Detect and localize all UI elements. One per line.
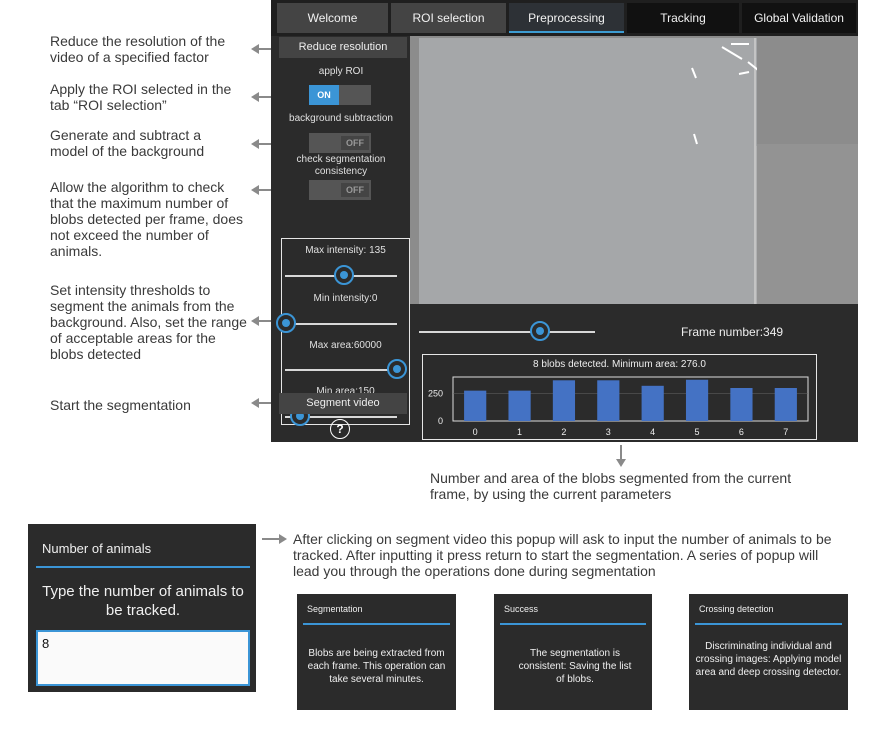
arrow-thresholds <box>251 316 272 326</box>
arrow-reduce <box>251 44 272 54</box>
annotation-background: Generate and subtract a model of the bac… <box>50 127 205 159</box>
min-intensity-label: Min intensity:0 <box>313 293 378 304</box>
annotation-segment: Start the segmentation <box>50 397 191 413</box>
frame-slider-knob[interactable] <box>530 321 550 341</box>
segmentation-popup-underline <box>303 623 450 625</box>
chart-bar-1 <box>508 390 531 421</box>
max-area-track[interactable] <box>285 369 397 371</box>
chart-bar-0 <box>464 390 487 421</box>
max-intensity-knob[interactable] <box>334 265 354 285</box>
chart-ytick-label: 250 <box>428 389 443 399</box>
chart-bar-3 <box>597 380 620 421</box>
toggle-off-label: OFF <box>341 183 369 197</box>
arrow-popup <box>262 538 280 540</box>
chart-bar-5 <box>685 379 709 421</box>
reduce-resolution-button[interactable]: Reduce resolution <box>279 37 407 58</box>
tab-global-validation[interactable]: Global Validation <box>742 3 856 33</box>
app-window: Welcome ROI selection Preprocessing Trac… <box>271 0 858 442</box>
tab-tracking[interactable]: Tracking <box>627 3 739 33</box>
arrow-background <box>251 139 272 149</box>
tab-welcome[interactable]: Welcome <box>277 3 388 33</box>
chart-xtick-label: 3 <box>606 427 611 437</box>
segmentation-popup: Segmentation Blobs are being extracted f… <box>297 594 456 710</box>
crossing-popup-body: Discriminating individual and crossing i… <box>695 641 842 678</box>
toggle-on-label: ON <box>309 85 339 105</box>
arrow-roi <box>251 92 272 102</box>
video-edge-right <box>757 144 858 304</box>
chart-xtick-label: 2 <box>561 427 566 437</box>
max-area-label: Max area:60000 <box>309 340 382 351</box>
down-arrow-head <box>616 459 626 467</box>
min-intensity-knob[interactable] <box>276 313 296 333</box>
animals-number-input[interactable]: 8 <box>36 630 250 686</box>
number-of-animals-popup: Number of animals Type the number of ani… <box>28 524 256 692</box>
video-frame-image <box>691 38 767 304</box>
chart-bar-2 <box>552 380 576 421</box>
segmentation-popup-body: Blobs are being extracted from each fram… <box>307 648 446 685</box>
success-popup-underline <box>500 623 646 625</box>
chart-bar-7 <box>774 388 797 421</box>
frame-controls: Frame number:349 8 blobs detected. Minim… <box>410 304 858 442</box>
annotation-reduce-resolution: Reduce the resolution of the video of a … <box>50 33 226 65</box>
blobs-bar-chart: 250 0 0 1 2 3 4 5 6 7 <box>428 376 809 437</box>
preprocessing-panel: Reduce resolution apply ROI ON backgroun… <box>271 36 410 442</box>
annotation-consistency: Allow the algorithm to check that the ma… <box>50 179 244 259</box>
chart-bar-6 <box>730 388 753 421</box>
crossing-detection-popup: Crossing detection Discriminating indivi… <box>689 594 848 710</box>
chart-ytick-label: 0 <box>438 416 443 426</box>
video-arena <box>419 38 767 304</box>
chart-xtick-label: 7 <box>783 427 788 437</box>
tab-bar: Welcome ROI selection Preprocessing Trac… <box>271 0 858 36</box>
success-popup-body: The segmentation is consistent: Saving t… <box>518 648 632 685</box>
popup-title-underline <box>36 566 250 568</box>
segmentation-popup-title: Segmentation <box>307 604 363 614</box>
arrow-segment <box>251 398 272 408</box>
toggle-off-label: OFF <box>341 136 369 150</box>
popup-prompt: Type the number of animals to be tracked… <box>42 583 244 619</box>
max-area-knob[interactable] <box>387 359 407 379</box>
background-subtraction-toggle[interactable]: OFF <box>309 133 371 153</box>
check-segmentation-label: check segmentation consistency <box>296 154 386 177</box>
apply-roi-toggle[interactable]: ON <box>309 85 371 105</box>
apply-roi-label: apply ROI <box>318 66 364 77</box>
max-intensity-label: Max intensity: 135 <box>305 245 386 256</box>
popup-title: Number of animals <box>42 541 152 556</box>
blobs-chart-box: 8 blobs detected. Minimum area: 276.0 25… <box>422 354 817 440</box>
min-intensity-track[interactable] <box>285 323 397 325</box>
annotation-apply-roi: Apply the ROI selected in the tab “ROI s… <box>50 81 232 113</box>
segment-video-button[interactable]: Segment video <box>279 393 407 414</box>
tab-roi-selection[interactable]: ROI selection <box>391 3 506 33</box>
chart-xtick-label: 6 <box>739 427 744 437</box>
chart-xtick-label: 1 <box>517 427 522 437</box>
chart-xtick-label: 5 <box>695 427 700 437</box>
success-popup-title: Success <box>504 604 539 614</box>
annotation-popup: After clicking on segment video this pop… <box>293 531 832 579</box>
chart-xtick-label: 0 <box>473 427 478 437</box>
annotation-blobs: Number and area of the blobs segmented f… <box>430 470 792 502</box>
video-frame <box>410 36 858 304</box>
crossing-popup-title: Crossing detection <box>699 604 774 614</box>
frame-number-label: Frame number:349 <box>681 325 784 339</box>
chart-title: 8 blobs detected. Minimum area: 276.0 <box>533 359 706 370</box>
annotation-thresholds: Set intensity thresholds to segment the … <box>50 282 247 362</box>
chart-plot-frame <box>452 376 809 422</box>
success-popup: Success The segmentation is consistent: … <box>494 594 652 710</box>
check-segmentation-toggle[interactable]: OFF <box>309 180 371 200</box>
crossing-popup-underline <box>695 623 842 625</box>
arrow-consistency <box>251 185 272 195</box>
help-button[interactable]: ? <box>330 419 350 439</box>
frame-slider-track[interactable] <box>419 331 595 333</box>
chart-bar-4 <box>641 385 664 421</box>
chart-xtick-label: 4 <box>650 427 655 437</box>
background-subtraction-label: background subtraction <box>289 113 393 124</box>
tab-preprocessing[interactable]: Preprocessing <box>509 3 624 33</box>
